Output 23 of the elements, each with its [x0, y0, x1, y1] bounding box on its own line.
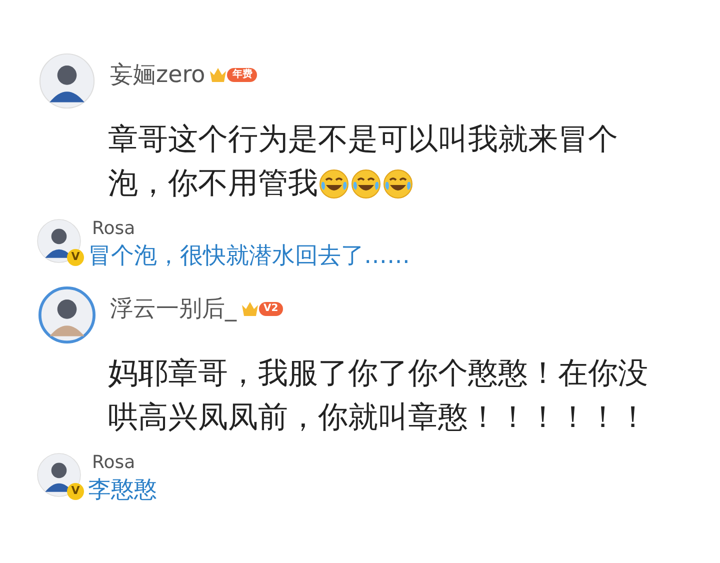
comment-text: 妈耶章哥，我服了你了你个憨憨！在你没	[108, 355, 648, 393]
comment-text: 泡，你不用管我	[108, 165, 318, 203]
badge-label: V2	[258, 302, 284, 316]
verified-badge: V	[67, 483, 84, 500]
verified-badge: V	[67, 249, 84, 266]
laughing-emoji-icon	[318, 168, 350, 200]
reply-text: 李憨憨	[88, 476, 157, 505]
crown-icon	[209, 67, 228, 84]
reply-username[interactable]: Rosa	[92, 218, 410, 240]
username[interactable]: 妄婳zero	[110, 58, 206, 92]
avatar	[38, 286, 96, 344]
avatar	[38, 52, 96, 110]
laughing-emoji-icon	[382, 168, 414, 200]
crown-icon	[240, 301, 258, 318]
reply-text: 冒个泡，很快就潜水回去了……	[88, 242, 410, 271]
comment-text: 哄高兴凤凤前，你就叫章憨！！！！！！	[108, 399, 648, 437]
laughing-emoji-icon	[350, 168, 382, 200]
username[interactable]: 浮云一别后_	[110, 292, 236, 326]
reply-username[interactable]: Rosa	[92, 452, 157, 474]
comment-text: 章哥这个行为是不是可以叫我就来冒个	[108, 121, 618, 159]
avatar	[36, 218, 82, 264]
badge-label: 年费	[227, 68, 258, 82]
avatar	[36, 452, 82, 498]
